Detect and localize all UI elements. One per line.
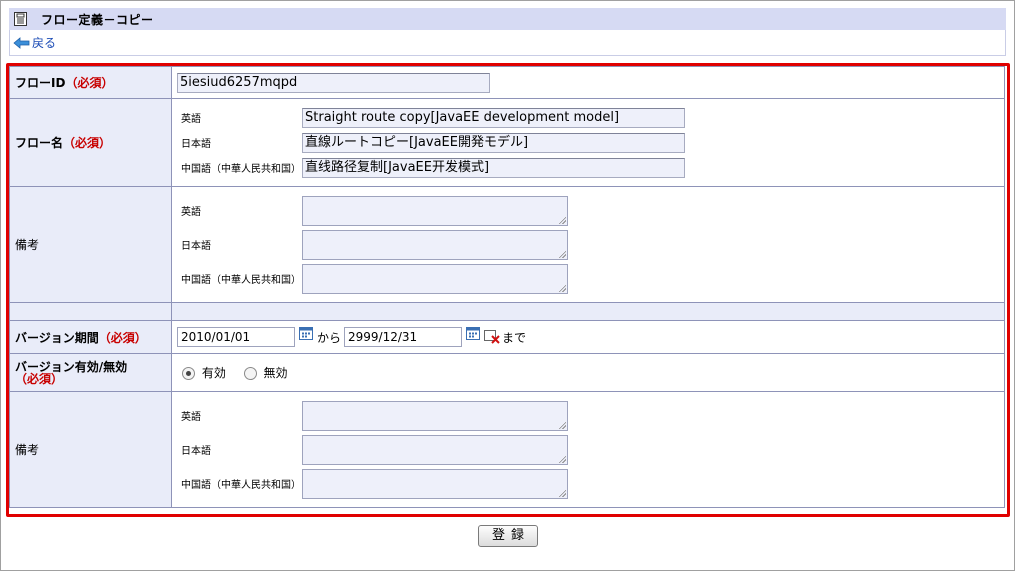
remarks-1-ja-textarea[interactable]: [302, 229, 568, 260]
remarks-2-en-textarea[interactable]: [302, 400, 568, 431]
remarks-1-label: 備考: [15, 238, 40, 252]
remarks-1-zh-textarea[interactable]: [302, 263, 568, 294]
from-text: から: [317, 330, 342, 345]
register-button[interactable]: 登録: [478, 525, 538, 547]
remarks-1-ja-row: 日本語: [177, 228, 1004, 262]
to-text: まで: [502, 330, 527, 345]
remarks-2-label-cell: 備考: [9, 391, 172, 508]
lang-label: 日本語: [181, 446, 211, 457]
version-period-label: バージョン期間: [15, 330, 99, 345]
enabled-radio-label: 有効: [201, 366, 226, 380]
remarks-2-value-cell: 英語 日本語 中国語（中華人民共和国）: [171, 391, 1005, 508]
enabled-radio[interactable]: [182, 367, 195, 380]
flow-id-label-cell: フローID（必須）: [9, 66, 172, 99]
version-to-input[interactable]: 2999/12/31: [344, 327, 463, 347]
calendar-icon[interactable]: [299, 326, 313, 340]
flow-name-zh-row: 中国語（中華人民共和国） 直线路径复制[JavaEE开发模式]: [177, 155, 1004, 180]
remarks-1-zh-row: 中国語（中華人民共和国）: [177, 262, 1004, 296]
lang-label: 英語: [181, 207, 201, 218]
page-title: フロー定義－コピー: [41, 12, 154, 27]
remarks-1-value-cell: 英語 日本語 中国語（中華人民共和国）: [171, 186, 1005, 303]
back-link[interactable]: 戻る: [13, 34, 56, 51]
version-enabled-label-cell: バージョン有効/無効 （必須）: [9, 353, 172, 392]
remarks-1-en-textarea[interactable]: [302, 195, 568, 226]
lang-label: 英語: [181, 412, 201, 423]
disabled-radio[interactable]: [243, 367, 257, 380]
flow-id-label: フローID: [15, 76, 66, 90]
row-spacer: [9, 302, 1005, 321]
flow-name-ja-row: 日本語 直線ルートコピー[JavaEE開発モデル]: [177, 130, 1004, 155]
lang-label: 日本語: [181, 139, 211, 150]
flow-name-label-cell: フロー名（必須）: [9, 98, 172, 187]
lang-label: 中国語（中華人民共和国）: [181, 275, 301, 286]
remarks-2-zh-row: 中国語（中華人民共和国）: [177, 467, 1004, 501]
version-period-value-cell: 2010/01/01 から 2999/12/31 まで: [171, 320, 1005, 354]
row-flow-name: フロー名（必須） 英語 Straight route copy[JavaEE d…: [9, 98, 1005, 187]
version-enabled-value-cell: 有効 無効: [171, 353, 1005, 392]
required-marker: （必須）: [15, 371, 64, 386]
required-marker: （必須）: [63, 136, 112, 150]
remarks-2-label: 備考: [15, 443, 40, 457]
row-flow-id: フローID（必須） 5iesiud6257mqpd: [9, 66, 1005, 99]
remarks-2-ja-row: 日本語: [177, 433, 1004, 467]
version-from-input[interactable]: 2010/01/01: [177, 327, 295, 347]
flow-name-label: フロー名: [15, 136, 64, 150]
lang-label: 中国語（中華人民共和国）: [181, 480, 301, 491]
flow-id-value-cell: 5iesiud6257mqpd: [171, 66, 1005, 99]
disabled-radio-label: 無効: [263, 366, 288, 380]
back-arrow-icon: [13, 36, 30, 49]
row-remarks-2: 備考 英語 日本語 中国語（中華人民共和国）: [9, 391, 1005, 508]
flow-id-field[interactable]: 5iesiud6257mqpd: [177, 72, 490, 93]
lang-label: 日本語: [181, 241, 211, 252]
flow-name-value-cell: 英語 Straight route copy[JavaEE developmen…: [171, 98, 1005, 187]
clear-date-icon[interactable]: [484, 330, 500, 344]
flow-name-en-row: 英語 Straight route copy[JavaEE developmen…: [177, 105, 1004, 130]
lang-label: 英語: [181, 114, 201, 125]
flow-name-ja-field[interactable]: 直線ルートコピー[JavaEE開発モデル]: [302, 132, 685, 153]
flow-name-en-field[interactable]: Straight route copy[JavaEE development m…: [302, 107, 685, 128]
remarks-2-zh-textarea[interactable]: [302, 468, 568, 499]
required-marker: （必須）: [98, 330, 147, 345]
remarks-2-ja-textarea[interactable]: [302, 434, 568, 465]
title-bar: フロー定義－コピー: [9, 8, 1006, 30]
remarks-1-en-row: 英語: [177, 194, 1004, 228]
nav-bar: 戻る: [9, 30, 1006, 56]
back-label: 戻る: [32, 36, 57, 50]
remarks-1-label-cell: 備考: [9, 186, 172, 303]
version-period-label-cell: バージョン期間（必須）: [9, 320, 172, 354]
row-remarks-1: 備考 英語 日本語 中国語（中華人民共和国）: [9, 186, 1005, 303]
required-marker: （必須）: [65, 76, 114, 90]
row-version-enabled: バージョン有効/無効 （必須） 有効 無効: [9, 353, 1005, 392]
flow-name-zh-field[interactable]: 直线路径复制[JavaEE开发模式]: [302, 157, 685, 178]
flow-form: フローID（必須） 5iesiud6257mqpd フロー名（必須） 英語 St…: [9, 66, 1005, 508]
lang-label: 中国語（中華人民共和国）: [181, 164, 301, 175]
remarks-2-en-row: 英語: [177, 399, 1004, 433]
document-icon: [14, 12, 27, 26]
row-version-period: バージョン期間（必須） 2010/01/01 から 2999/12/31 まで: [9, 320, 1005, 354]
calendar-icon[interactable]: [466, 326, 481, 340]
